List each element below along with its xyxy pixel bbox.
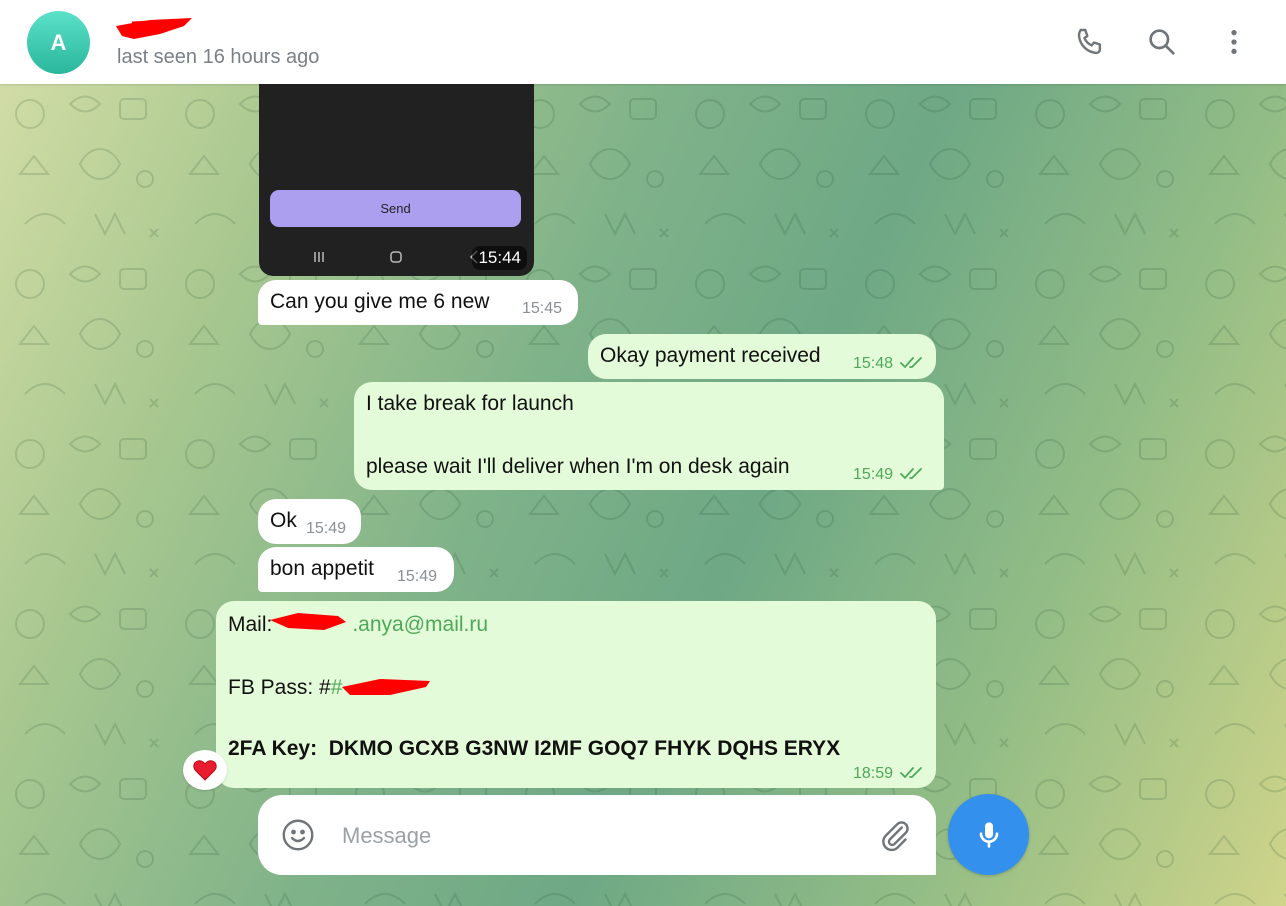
double-check-icon	[900, 468, 922, 480]
message-time: 15:49	[397, 568, 438, 585]
nav-home-icon	[381, 248, 411, 266]
message-bubble-incoming[interactable]: Can you give me 6 new 15:45	[258, 280, 578, 325]
emoji-icon	[282, 819, 314, 851]
last-seen-status: last seen 16 hours ago	[117, 46, 320, 68]
message-text: bon appetit	[270, 557, 374, 580]
voice-record-button[interactable]	[948, 794, 1029, 875]
heart-icon	[193, 760, 217, 781]
message-bubble-incoming[interactable]: Ok 15:49	[258, 499, 361, 544]
message-text: Okay payment received	[600, 344, 821, 367]
redacted-fb-pass	[342, 677, 434, 697]
fb-pass-label: FB Pass: #	[228, 676, 331, 699]
double-check-icon	[900, 767, 922, 779]
message-time: 15:45	[522, 300, 563, 317]
more-vert-icon	[1231, 30, 1237, 54]
message-text-line: I take break for launch	[366, 392, 574, 415]
mail-label: Mail:	[228, 613, 273, 636]
message-text-line: please wait I'll deliver when I'm on des…	[366, 455, 790, 478]
message-input[interactable]	[340, 815, 844, 857]
search-icon	[1149, 29, 1175, 55]
message-bubble-outgoing[interactable]: I take break for launch please wait I'll…	[354, 382, 944, 490]
avatar[interactable]: A	[27, 11, 90, 74]
phone-icon	[1077, 28, 1102, 55]
image-send-button: Send	[270, 190, 521, 227]
message-text: Can you give me 6 new	[270, 290, 490, 313]
image-timestamp: 15:44	[472, 246, 527, 270]
call-button[interactable]	[1072, 24, 1108, 60]
message-text: Ok	[270, 509, 297, 532]
message-bubble-incoming[interactable]: bon appetit 15:49	[258, 547, 454, 592]
chat-header: A last seen 16 hours ago	[0, 0, 1286, 84]
message-time: 15:49	[853, 466, 894, 483]
search-button[interactable]	[1144, 24, 1180, 60]
mail-link[interactable]: .anya@mail.ru	[352, 613, 488, 636]
attach-icon	[882, 821, 909, 852]
message-composer	[258, 795, 936, 875]
redacted-contact-name	[116, 18, 192, 39]
message-bubble-outgoing[interactable]: Okay payment received 15:48	[588, 334, 936, 379]
mail-line: Mail: .anya@mail.ru	[228, 611, 488, 637]
message-time: 15:48	[853, 355, 894, 372]
image-message[interactable]: Send 15:44	[259, 84, 534, 276]
nav-recents-icon	[304, 248, 334, 266]
more-options-button[interactable]	[1216, 24, 1252, 60]
fb-pass-line: FB Pass: ##	[228, 674, 434, 700]
message-bubble-outgoing[interactable]: Mail: .anya@mail.ru FB Pass: ## 2FA Key: …	[216, 601, 936, 788]
message-time: 18:59	[853, 765, 894, 782]
twofa-key-line: 2FA Key: DKMO GCXB G3NW I2MF GOQ7 FHYK D…	[228, 737, 841, 760]
double-check-icon	[900, 357, 922, 369]
redacted-mail-prefix	[270, 613, 352, 634]
reaction-badge[interactable]	[183, 750, 227, 790]
emoji-button[interactable]	[280, 817, 316, 853]
attach-button[interactable]	[877, 817, 913, 853]
message-time: 15:49	[306, 520, 347, 537]
mic-icon	[979, 821, 998, 848]
